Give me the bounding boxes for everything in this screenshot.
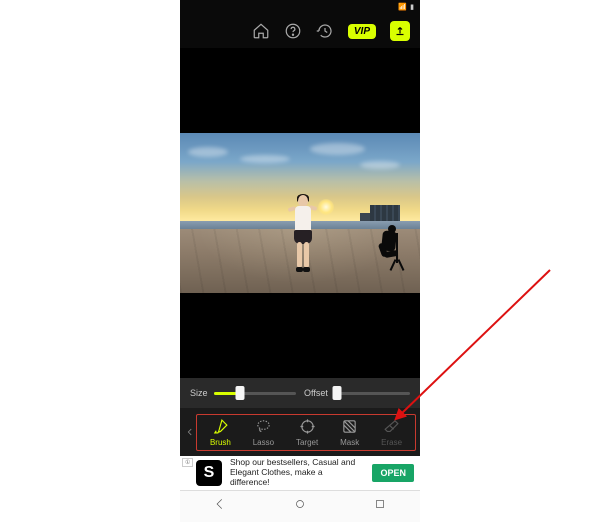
offset-thumb[interactable] xyxy=(332,386,341,400)
tools-container: Brush Lasso Target Mask Erase xyxy=(196,414,416,451)
history-icon[interactable] xyxy=(316,22,334,40)
android-navbar xyxy=(180,490,420,522)
canvas[interactable] xyxy=(180,48,420,378)
slider-panel: Size Offset xyxy=(180,378,420,408)
tool-lasso-label: Lasso xyxy=(253,438,274,447)
tool-mask-label: Mask xyxy=(340,438,359,447)
offset-slider-group: Offset xyxy=(304,388,410,398)
ad-info-icon[interactable]: ① xyxy=(182,458,193,467)
ad-logo: S xyxy=(196,460,222,486)
ad-text: Shop our bestsellers, Casual and Elegant… xyxy=(230,458,364,487)
ad-open-button[interactable]: OPEN xyxy=(372,464,414,482)
tool-erase[interactable]: Erase xyxy=(381,418,402,447)
tool-row: Brush Lasso Target Mask Erase xyxy=(180,408,420,456)
status-right: 📶 ▮ xyxy=(398,3,414,11)
nav-back-icon[interactable] xyxy=(213,497,227,516)
top-bar: VIP xyxy=(180,14,420,48)
export-button[interactable] xyxy=(390,21,410,41)
signal-icon: 📶 xyxy=(398,3,407,11)
battery-icon: ▮ xyxy=(410,3,414,11)
tool-brush[interactable]: Brush xyxy=(210,418,231,447)
tool-target[interactable]: Target xyxy=(296,418,318,447)
phone-frame: 📶 ▮ VIP xyxy=(180,0,420,522)
tool-mask[interactable]: Mask xyxy=(340,418,359,447)
offset-label: Offset xyxy=(304,388,328,398)
nav-recents-icon[interactable] xyxy=(373,497,387,516)
vip-badge[interactable]: VIP xyxy=(348,24,376,39)
subject-photographer xyxy=(372,223,408,273)
status-bar: 📶 ▮ xyxy=(180,0,420,14)
size-slider[interactable] xyxy=(214,392,296,395)
photo[interactable] xyxy=(180,133,420,293)
subject-girl xyxy=(292,195,314,273)
chevron-left-icon[interactable] xyxy=(184,427,196,437)
size-thumb[interactable] xyxy=(235,386,244,400)
tool-target-label: Target xyxy=(296,438,318,447)
ad-banner[interactable]: ① S Shop our bestsellers, Casual and Ele… xyxy=(180,456,420,490)
size-slider-group: Size xyxy=(190,388,296,398)
size-label: Size xyxy=(190,388,208,398)
home-icon[interactable] xyxy=(252,22,270,40)
nav-home-icon[interactable] xyxy=(293,497,307,516)
help-icon[interactable] xyxy=(284,22,302,40)
tool-brush-label: Brush xyxy=(210,438,231,447)
tool-lasso[interactable]: Lasso xyxy=(253,418,274,447)
offset-slider[interactable] xyxy=(334,392,410,395)
tool-erase-label: Erase xyxy=(381,438,402,447)
